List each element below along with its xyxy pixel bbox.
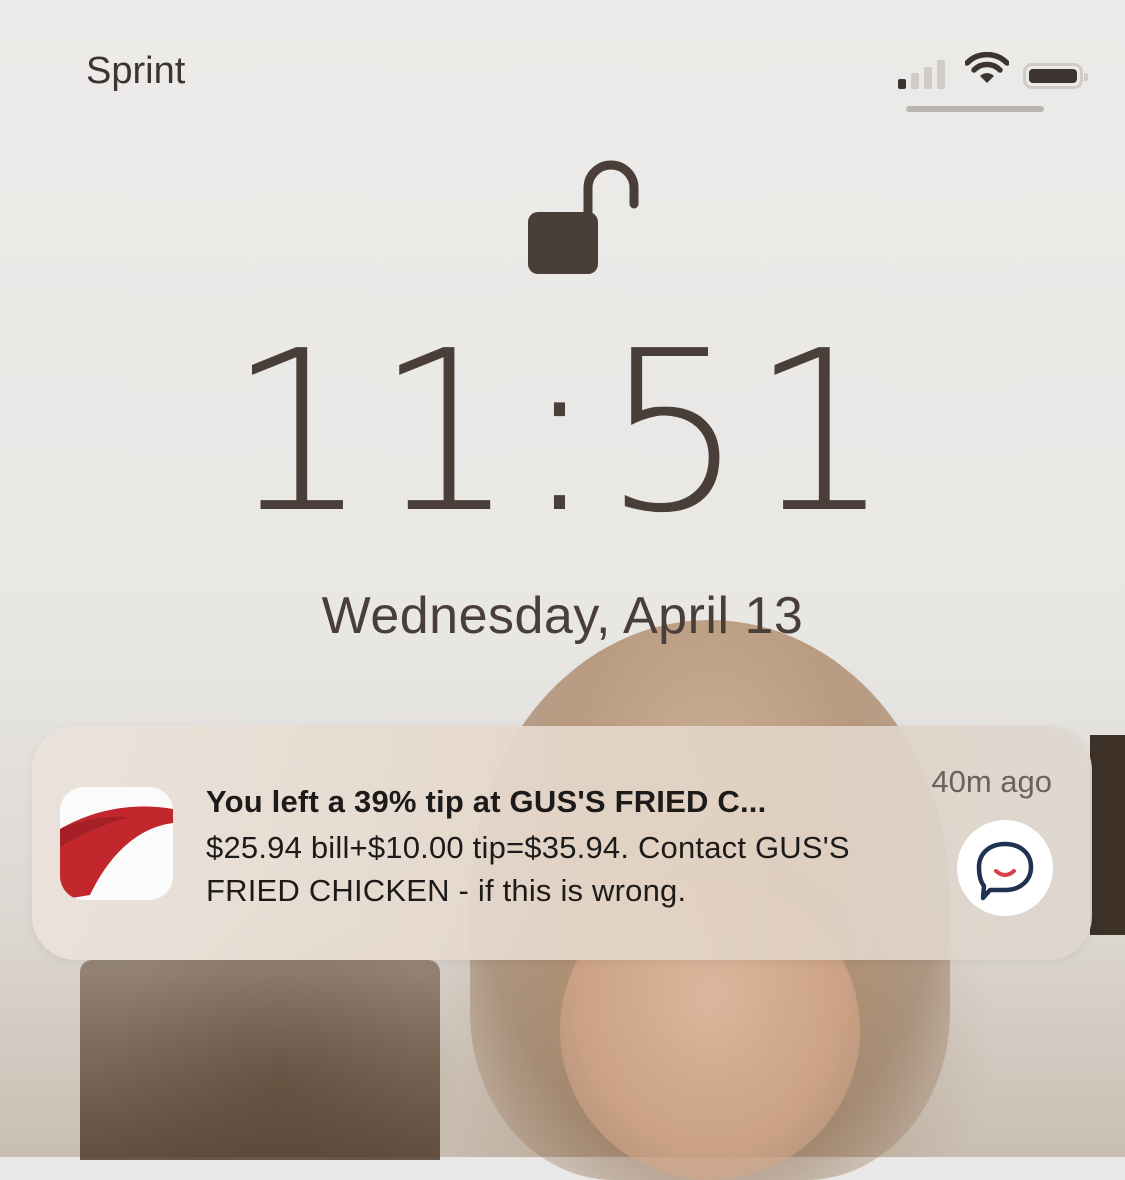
lock-screen-clock: 11:51 [227, 304, 898, 562]
open-padlock-icon [520, 160, 640, 280]
signal-bar [924, 67, 932, 89]
lock-screen-date: Wednesday, April 13 [321, 587, 804, 645]
cellular-signal-icon [898, 59, 945, 89]
signal-bar [911, 73, 919, 89]
top-handle-indicator [906, 106, 1044, 112]
chat-bubble-icon[interactable] [957, 820, 1053, 916]
notification-title: You left a 39% tip at GUS'S FRIED C... [206, 784, 767, 819]
battery-level-fill [1029, 69, 1077, 83]
signal-bar [898, 79, 906, 89]
wifi-icon [964, 51, 1010, 89]
notification-body: $25.94 bill+$10.00 tip=$35.94. Contact G… [206, 830, 850, 908]
carrier-label: Sprint [86, 50, 186, 92]
capital-one-app-icon [60, 787, 173, 900]
wallpaper-shelf [80, 960, 440, 1160]
status-icons [898, 51, 1088, 89]
battery-cap [1084, 73, 1088, 81]
wallpaper-frame [1090, 735, 1125, 935]
notification-card[interactable]: You left a 39% tip at GUS'S FRIED C... $… [32, 726, 1092, 960]
signal-bar [937, 60, 945, 89]
notification-timestamp: 40m ago [931, 764, 1052, 799]
battery-icon [1023, 63, 1088, 89]
